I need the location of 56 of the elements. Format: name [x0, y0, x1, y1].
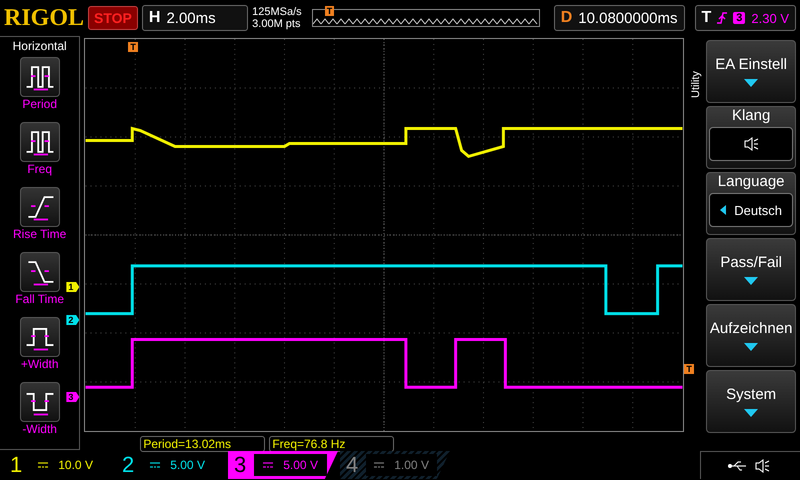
measure-label: -Width [22, 422, 57, 436]
channel-tab[interactable]: 3 5.00 V [228, 451, 338, 479]
trigger-position-marker: T [324, 6, 334, 16]
waveform-overview-icon [312, 18, 539, 26]
channel-marker[interactable]: 2 [66, 315, 80, 325]
trigger-display[interactable]: T 3 2.30 V [694, 5, 796, 31]
dc-coupling-icon [263, 462, 274, 468]
menu-button[interactable]: Klang [706, 106, 796, 169]
measure-button[interactable] [20, 382, 60, 422]
trigger-marker[interactable]: T [128, 42, 138, 52]
channel-scale: 1.00 V [394, 458, 429, 472]
left-arrow-icon [720, 205, 726, 215]
menu-button[interactable]: Language Deutsch [706, 172, 796, 235]
channel-marker[interactable]: 1 [66, 282, 80, 292]
speaker-icon [754, 458, 770, 474]
down-arrow-icon [744, 79, 758, 87]
menu-button[interactable]: Aufzeichnen [706, 304, 796, 367]
rising-edge-icon [717, 11, 728, 25]
channel-number: 4 [346, 452, 358, 478]
menu-title: Utility [690, 70, 704, 98]
channel-scale: 5.00 V [170, 458, 205, 472]
measure-label: Period [22, 97, 57, 111]
trigger-level-marker[interactable]: T [684, 364, 694, 374]
measure-button[interactable] [20, 187, 60, 227]
measure-label: Rise Time [12, 227, 66, 241]
down-arrow-icon [744, 343, 758, 351]
channel-tab[interactable]: 4 1.00 V [340, 451, 450, 479]
dc-coupling-icon [38, 462, 48, 468]
measure-button[interactable] [20, 57, 60, 97]
channel-number: 2 [122, 452, 134, 478]
channel-marker[interactable]: 3 [66, 392, 80, 402]
measure-button[interactable] [20, 122, 60, 162]
down-arrow-icon [744, 409, 758, 417]
brand-logo: RIGOL [4, 4, 84, 32]
sample-rate: 125MSa/s [252, 6, 302, 18]
channel-number: 3 [234, 452, 246, 478]
menu-button[interactable]: EA Einstell [706, 40, 796, 103]
dc-coupling-icon [374, 462, 384, 468]
delay-display[interactable]: D 10.0800000ms [554, 5, 684, 31]
dc-coupling-icon [150, 462, 160, 468]
timebase-display[interactable]: H 2.00ms [142, 5, 248, 31]
menu-button[interactable]: Pass/Fail [706, 238, 796, 301]
channel-number: 1 [10, 452, 22, 478]
memory-depth: 3.00M pts [252, 18, 302, 30]
down-arrow-icon [744, 277, 758, 285]
menu-button[interactable]: System [706, 370, 796, 433]
speaker-icon [743, 136, 760, 152]
usb-icon [728, 460, 748, 470]
channel-scale: 5.00 V [283, 458, 318, 472]
measure-label: Freq [27, 162, 52, 176]
channel-scale: 10.0 V [58, 458, 93, 472]
measure-label: Fall Time [15, 292, 64, 306]
measure-button[interactable] [20, 252, 60, 292]
menu-title: Horizontal [12, 39, 67, 53]
measure-button[interactable] [20, 317, 60, 357]
measure-label: +Width [20, 357, 58, 371]
